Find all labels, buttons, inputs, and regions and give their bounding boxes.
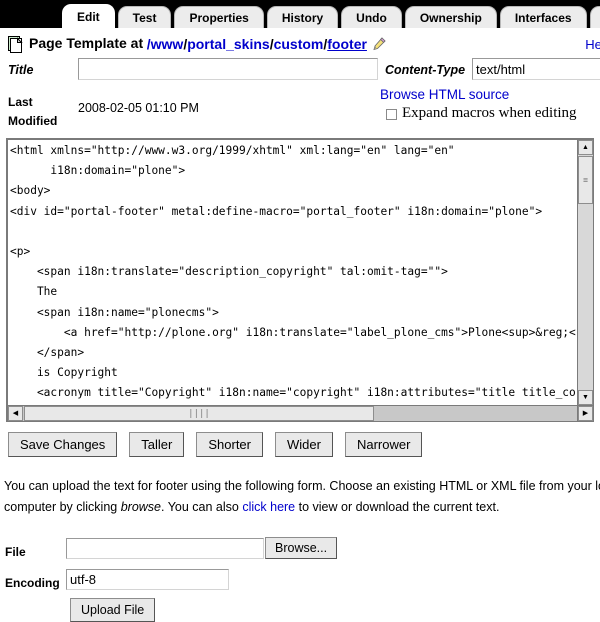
tab-security[interactable]: Security [589,6,600,28]
breadcrumb-item-custom[interactable]: custom [274,36,324,52]
file-input[interactable] [66,538,264,559]
breadcrumb-item-portal-skins[interactable]: portal_skins [187,36,269,52]
last-modified-label-line1: Last [8,95,33,109]
upload-form: File Browse... Encoding Upload File [0,532,600,622]
narrower-button[interactable]: Narrower [344,432,423,457]
upload-instructions-line2: computer by clicking browse. You can als… [4,497,600,518]
taller-button[interactable]: Taller [129,432,185,457]
wider-button[interactable]: Wider [275,432,333,457]
upload-line2-italic: browse [120,500,162,514]
upload-line2-part-c: to view or download the current text. [295,500,500,514]
tab-interfaces[interactable]: Interfaces [499,6,587,28]
tab-undo[interactable]: Undo [341,6,402,28]
breadcrumb: /www/portal_skins/custom/footer [147,36,367,52]
scroll-right-button[interactable]: ▶ [578,406,593,421]
code-textarea[interactable]: <html xmlns="http://www.w3.org/1999/xhtm… [10,141,576,404]
upload-line2-part-b: . You can also [161,500,243,514]
browse-button[interactable]: Browse... [265,537,338,559]
file-label: File [5,545,26,559]
upload-file-button[interactable]: Upload File [70,598,156,622]
save-changes-button[interactable]: Save Changes [8,432,118,457]
help-link[interactable]: Help [585,37,600,52]
page-title: Page Template at [29,35,144,51]
encoding-input[interactable] [66,569,229,590]
code-editor[interactable]: <html xmlns="http://www.w3.org/1999/xhtm… [6,138,594,422]
scroll-down-button[interactable]: ▼ [578,390,593,405]
breadcrumb-item-footer[interactable]: footer [327,36,367,52]
expand-macros-label: Expand macros when editing [402,105,577,121]
pencil-icon[interactable] [372,37,386,51]
editor-button-row: Save Changes Taller Shorter Wider Narrower [8,432,600,462]
last-modified-label-line2: Modified [8,114,58,128]
scroll-thumb-grip: |||| [188,408,210,419]
tab-properties[interactable]: Properties [174,6,264,28]
page-heading: Page Template at /www/portal_skins/custo… [0,28,600,54]
scroll-left-button[interactable]: ◀ [8,406,23,421]
tab-test[interactable]: Test [117,6,172,28]
title-label: Title [8,63,34,77]
upload-line2-part-a: computer by clicking [4,500,121,514]
properties-section: Title Content-Type Last Modified 2008-02… [0,54,600,138]
editor-horizontal-scrollbar[interactable]: ◀ |||| [8,405,577,421]
breadcrumb-item-www[interactable]: /www [147,36,184,52]
content-type-label: Content-Type [385,63,466,77]
content-type-input[interactable] [472,58,600,80]
scroll-thumb-grip: ≡ [583,175,588,185]
expand-macros-checkbox[interactable] [386,109,397,120]
tab-bar: Edit Test Properties History Undo Ownership In… [0,0,600,28]
tab-strip: Edit Test Properties History Undo Ownership In… [0,0,600,28]
title-input[interactable] [78,58,378,80]
last-modified-value: 2008-02-05 01:10 PM [78,101,199,115]
tab-edit[interactable]: Edit [62,4,115,28]
horizontal-scroll-thumb[interactable]: |||| [24,406,374,421]
scroll-up-button[interactable]: ▲ [578,140,593,155]
editor-vertical-scrollbar[interactable]: ▲ ≡ ▼ [577,140,593,405]
encoding-label: Encoding [5,576,60,590]
shorter-button[interactable]: Shorter [196,432,263,457]
upload-instructions: You can upload the text for footer using… [4,476,600,518]
tab-ownership[interactable]: Ownership [404,6,497,28]
upload-instructions-line1: You can upload the text for footer using… [4,479,600,493]
click-here-link[interactable]: click here [242,500,295,514]
browse-html-source-link[interactable]: Browse HTML source [380,87,509,102]
tab-history[interactable]: History [266,6,339,28]
page-template-icon [8,36,23,53]
scrollbar-corner: ▶ [577,405,593,421]
vertical-scroll-thumb[interactable]: ≡ [578,156,593,204]
